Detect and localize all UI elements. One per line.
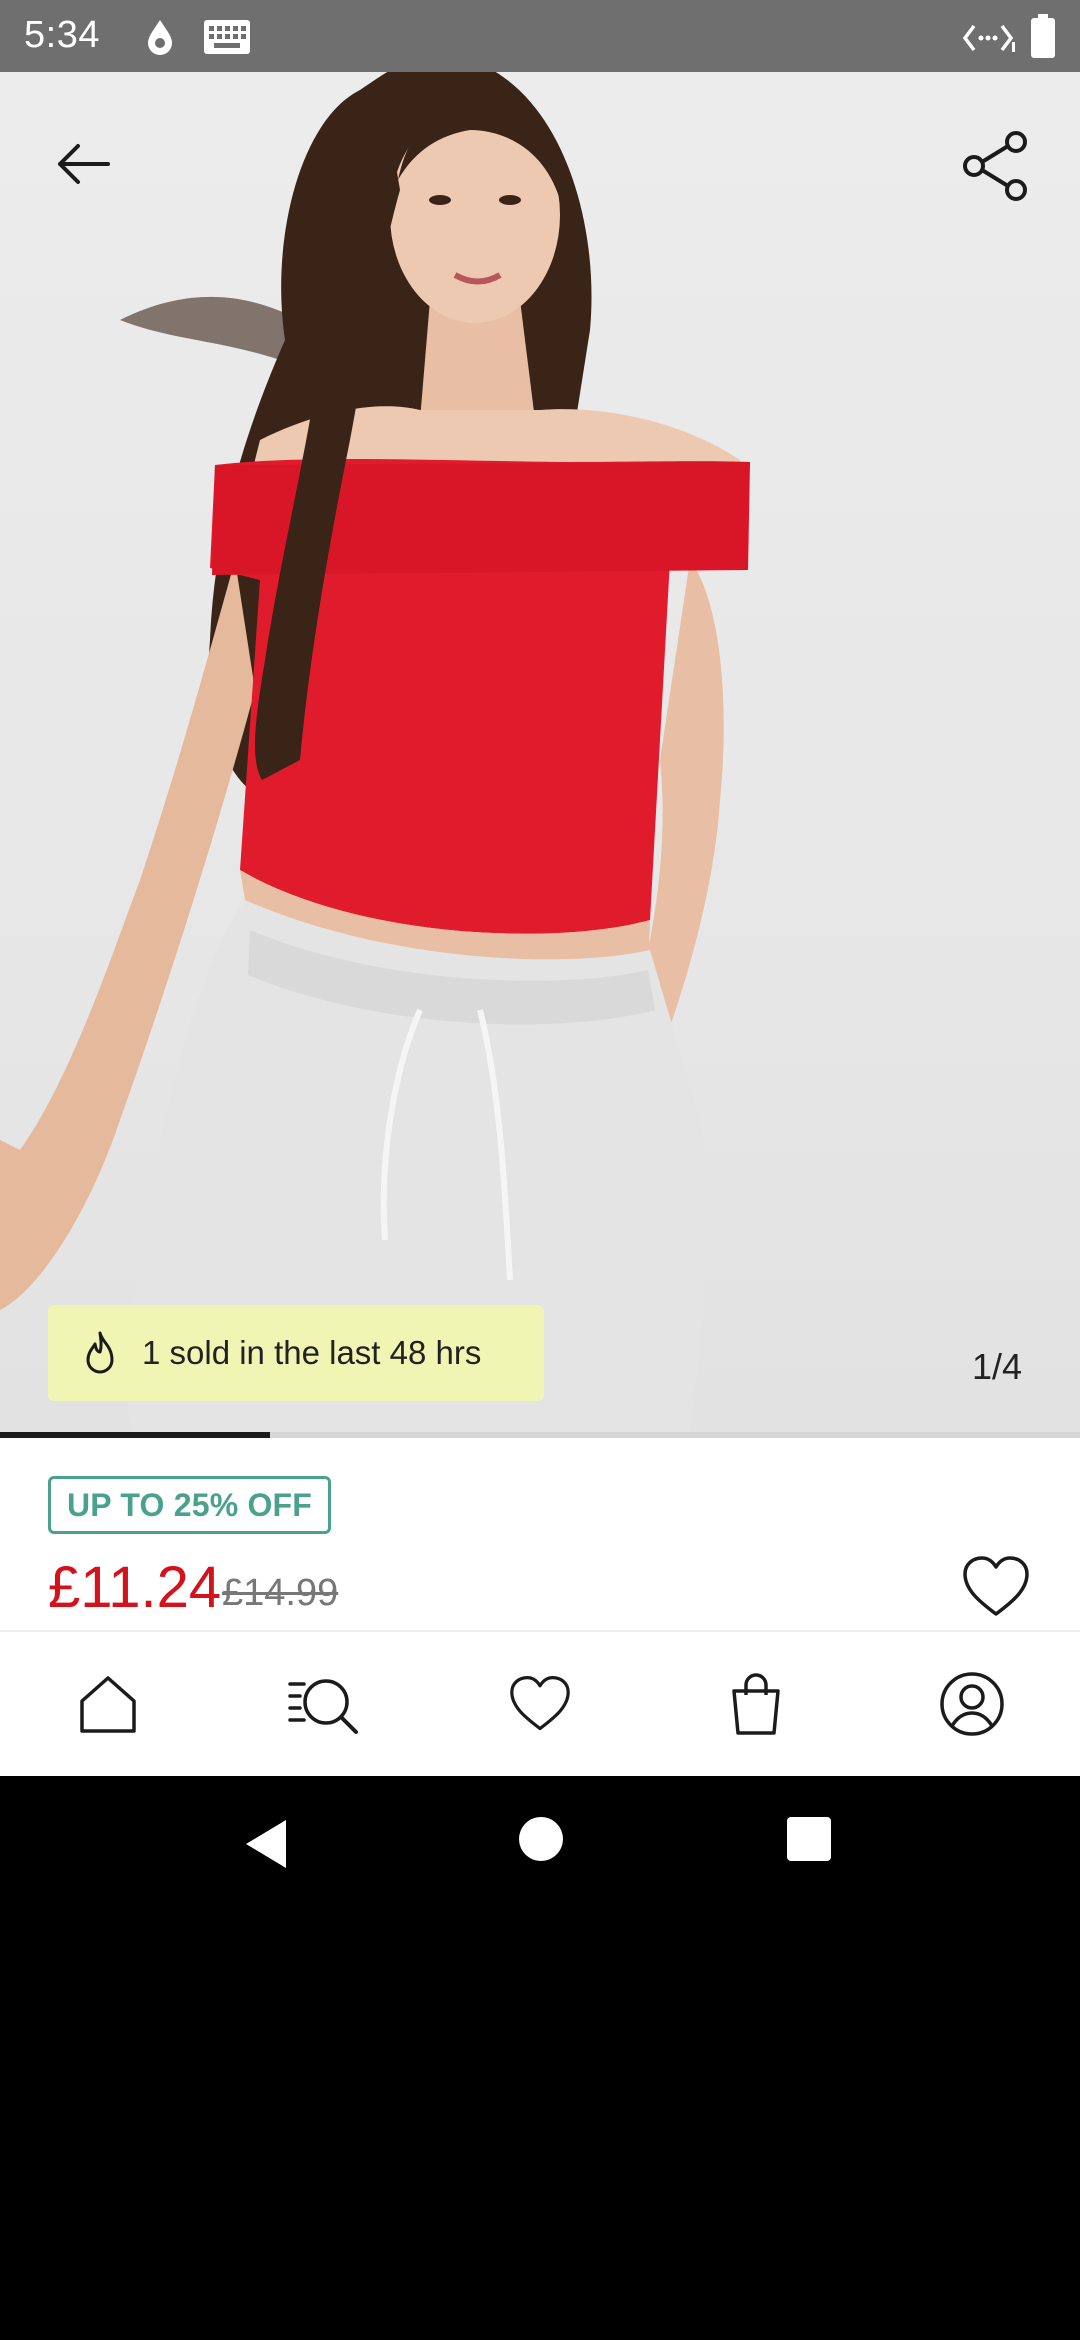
nav-account[interactable] [927,1659,1017,1749]
battery-icon [1031,14,1055,58]
water-drop-icon [148,20,172,55]
heart-icon[interactable] [960,1554,1032,1620]
bottom-nav [0,1630,1080,1776]
code-arrows-icon [962,24,1015,52]
product-photo [0,72,750,1436]
share-icon[interactable] [956,126,1036,206]
system-home-icon[interactable] [518,1816,564,1862]
search-list-icon [288,1679,358,1734]
arrow-left-icon[interactable] [48,128,120,200]
system-nav-bar [0,1776,1080,1916]
sold-badge: 1 sold in the last 48 hrs [48,1305,544,1401]
nav-bag[interactable] [711,1659,801,1749]
nav-wishlist[interactable] [495,1659,585,1749]
carousel-indicator [0,1432,1080,1438]
sold-text: 1 sold in the last 48 hrs [142,1334,482,1371]
image-counter: 1/4 [972,1346,1023,1387]
status-bar: 5:34 [0,0,1080,72]
nav-search[interactable] [279,1659,369,1749]
system-back-icon[interactable] [240,1816,292,1872]
keyboard-icon [204,20,250,54]
product-image[interactable]: 1 sold in the last 48 hrs 1/4 [0,72,1080,1436]
status-time: 5:34 [24,14,100,56]
product-info: UP TO 25% OFF £11.24 £14.99 [0,1438,1080,1630]
original-price: £14.99 [222,1572,339,1614]
home-icon [80,1676,136,1733]
carousel-progress [0,1432,270,1438]
discount-badge: UP TO 25% OFF [48,1476,332,1534]
nav-home[interactable] [63,1659,153,1749]
current-price: £11.24 [48,1555,222,1620]
heart-icon [510,1676,570,1731]
system-recents-icon[interactable] [786,1816,832,1862]
user-circle-icon [940,1672,1004,1736]
shopping-bag-icon [732,1673,780,1735]
flame-icon [86,1331,114,1374]
